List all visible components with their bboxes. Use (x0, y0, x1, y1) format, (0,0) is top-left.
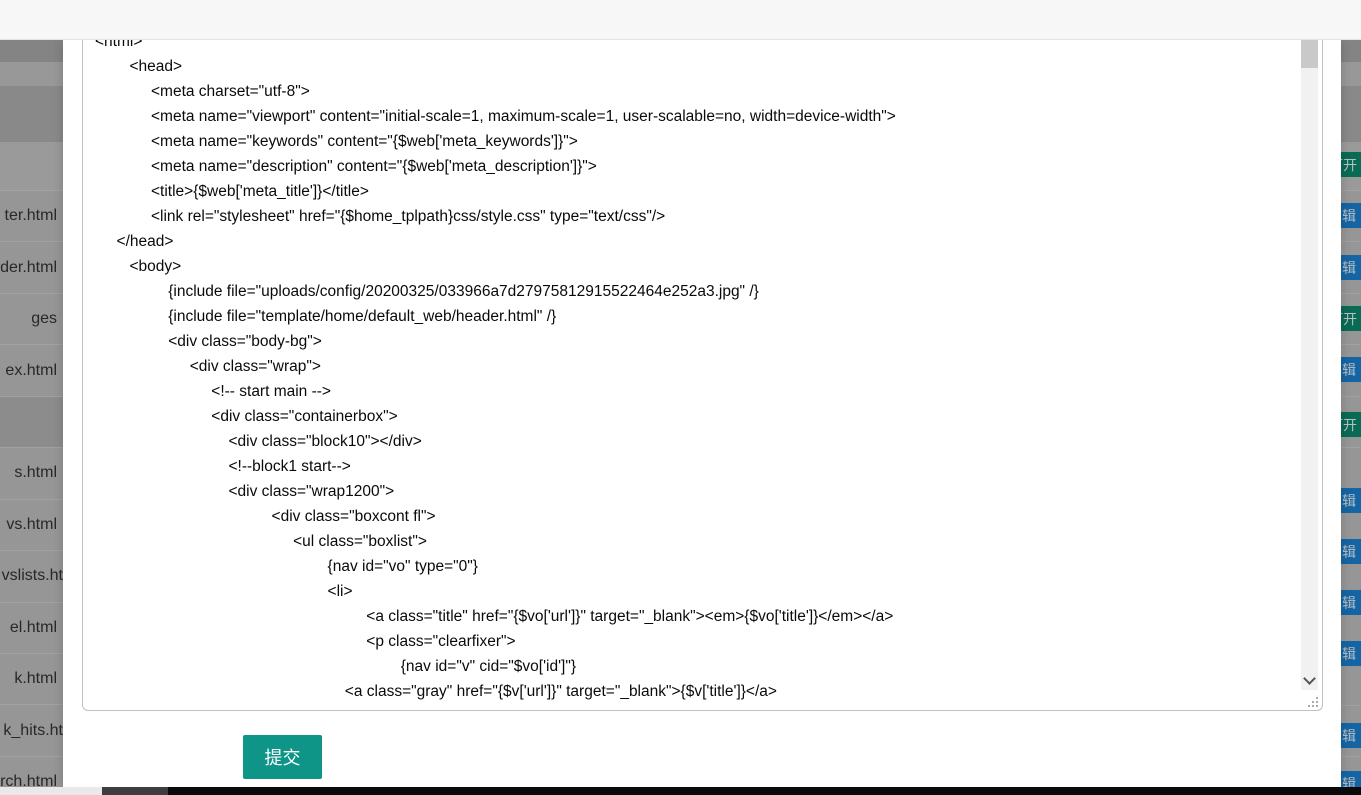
background-file-row: ges (0, 293, 63, 344)
template-code-textarea[interactable]: <html> <head> <meta charset="utf-8"> <me… (82, 18, 1323, 711)
file-name-fragment: der.html (0, 259, 57, 277)
row-separator (1341, 705, 1361, 706)
background-file-row: vslists.ht (0, 550, 63, 601)
row-separator (1341, 344, 1361, 345)
background-toolbar-band (0, 86, 63, 142)
badge-label: 编辑 (1341, 542, 1356, 562)
edit-badge: 编辑 (1341, 488, 1361, 513)
row-separator (1341, 241, 1361, 242)
background-action-column: 打开编辑编辑打开编辑打开编辑编辑编辑编辑编辑编辑 (1341, 40, 1361, 787)
badge-label: 编辑 (1341, 258, 1356, 278)
badge-label: 编辑 (1341, 774, 1356, 788)
badge-label: 打开 (1341, 155, 1357, 175)
badge-label: 打开 (1341, 415, 1357, 435)
code-editor: <html> <head> <meta charset="utf-8"> <me… (82, 18, 1323, 711)
file-name-fragment: vslists.ht (2, 567, 63, 585)
file-name-fragment: vs.html (6, 516, 57, 534)
background-file-row: k.html (0, 653, 63, 704)
background-file-row (0, 396, 63, 447)
background-breadcrumb-band (1341, 62, 1361, 86)
open-badge: 打开 (1341, 412, 1361, 437)
badge-label: 编辑 (1341, 726, 1356, 746)
file-name-fragment: s.html (14, 464, 57, 482)
file-name-fragment: rch.html (0, 773, 57, 787)
open-badge: 打开 (1341, 306, 1361, 331)
background-file-row: el.html (0, 602, 63, 653)
background-breadcrumb-band (0, 62, 63, 86)
edit-badge: 编辑 (1341, 539, 1361, 564)
background-file-row: ex.html (0, 344, 63, 395)
bottom-bar-black-segment (168, 787, 1361, 795)
screen: ter.html der.html ges ex.html s.html vs.html v… (0, 0, 1361, 795)
template-edit-modal: <html> <head> <meta charset="utf-8"> <me… (63, 40, 1341, 787)
row-separator (1341, 190, 1361, 191)
open-badge: 打开 (1341, 152, 1361, 177)
bottom-bar (0, 787, 1361, 795)
edit-badge: 编辑 (1341, 357, 1361, 382)
file-name-fragment: k_hits.ht (3, 722, 63, 740)
edit-badge: 编辑 (1341, 723, 1361, 748)
background-header-band (1341, 40, 1361, 62)
badge-label: 编辑 (1341, 206, 1356, 226)
edit-badge: 编辑 (1341, 641, 1361, 666)
background-file-row: rch.html (0, 756, 63, 787)
bottom-bar-dark-segment (102, 787, 168, 795)
row-separator (1341, 756, 1361, 757)
badge-label: 编辑 (1341, 491, 1356, 511)
background-file-row: der.html (0, 241, 63, 292)
badge-label: 编辑 (1341, 593, 1356, 613)
file-name-fragment: ex.html (5, 362, 57, 380)
edit-badge: 编辑 (1341, 771, 1361, 787)
background-file-row: k_hits.ht (0, 704, 63, 755)
badge-label: 编辑 (1341, 360, 1356, 380)
badge-label: 打开 (1341, 309, 1357, 329)
row-separator (1341, 396, 1361, 397)
background-file-row: vs.html (0, 499, 63, 550)
background-file-column: ter.html der.html ges ex.html s.html vs.html v… (0, 40, 63, 787)
background-header-band (0, 40, 63, 62)
file-name-fragment: ter.html (5, 207, 57, 225)
background-file-row: s.html (0, 447, 63, 498)
bottom-bar-light-segment (0, 787, 102, 795)
file-name-fragment: ges (31, 310, 57, 328)
background-toolbar-band (1341, 86, 1361, 142)
row-separator (1341, 447, 1361, 448)
badge-label: 编辑 (1341, 644, 1356, 664)
row-separator (1341, 293, 1361, 294)
top-bar (0, 0, 1361, 40)
file-name-fragment: el.html (10, 619, 57, 637)
edit-badge: 编辑 (1341, 590, 1361, 615)
submit-button[interactable]: 提交 (243, 735, 322, 779)
background-file-row: ter.html (0, 190, 63, 241)
edit-badge: 编辑 (1341, 255, 1361, 280)
background-file-rows: ter.html der.html ges ex.html s.html vs.html v… (0, 190, 63, 787)
edit-badge: 编辑 (1341, 203, 1361, 228)
background-table-header-band (0, 142, 63, 190)
file-name-fragment: k.html (14, 670, 57, 688)
